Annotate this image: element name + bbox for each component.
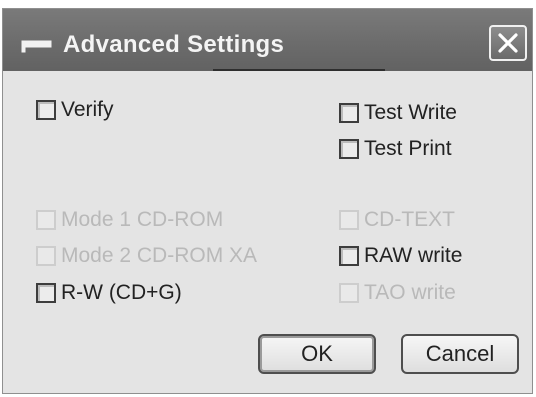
cd-text-option: CD-TEXT: [339, 207, 455, 233]
mode2-cdrom-xa-option: Mode 2 CD-ROM XA: [36, 243, 257, 269]
mode1-cdrom-checkbox: [36, 210, 56, 230]
mode2-cdrom-xa-checkbox: [36, 246, 56, 266]
test-print-option[interactable]: Test Print: [339, 136, 452, 162]
title-separator: [213, 69, 385, 71]
tao-write-label: TAO write: [364, 281, 456, 304]
verify-label: Verify: [61, 98, 114, 121]
title-bar[interactable]: Advanced Settings: [3, 9, 532, 71]
test-write-label: Test Write: [364, 101, 457, 124]
mode1-cdrom-label: Mode 1 CD-ROM: [61, 208, 224, 231]
close-icon: [498, 33, 518, 53]
ok-button[interactable]: OK: [258, 334, 376, 374]
cancel-button[interactable]: Cancel: [401, 334, 519, 374]
dialog-title: Advanced Settings: [63, 31, 285, 58]
verify-option[interactable]: Verify: [36, 97, 114, 123]
test-print-label: Test Print: [364, 137, 452, 160]
raw-write-checkbox[interactable]: [339, 246, 359, 266]
cd-text-label: CD-TEXT: [364, 208, 455, 231]
raw-write-label: RAW write: [364, 244, 463, 267]
advanced-settings-dialog: Advanced Settings Verify Mode 1 CD-ROM M…: [2, 8, 533, 394]
test-write-option[interactable]: Test Write: [339, 100, 457, 126]
verify-checkbox[interactable]: [36, 100, 56, 120]
test-write-checkbox[interactable]: [339, 103, 359, 123]
test-print-checkbox[interactable]: [339, 139, 359, 159]
mode2-cdrom-xa-label: Mode 2 CD-ROM XA: [61, 244, 258, 267]
close-button[interactable]: [489, 25, 527, 61]
raw-write-option[interactable]: RAW write: [339, 243, 462, 269]
tao-write-checkbox: [339, 283, 359, 303]
mode1-cdrom-option: Mode 1 CD-ROM: [36, 207, 223, 233]
tao-write-option: TAO write: [339, 280, 456, 306]
cd-text-checkbox: [339, 210, 359, 230]
rw-cdg-option[interactable]: R-W (CD+G): [36, 280, 182, 306]
rw-cdg-label: R-W (CD+G): [61, 281, 182, 304]
rw-cdg-checkbox[interactable]: [36, 283, 56, 303]
drive-icon: [21, 40, 52, 53]
